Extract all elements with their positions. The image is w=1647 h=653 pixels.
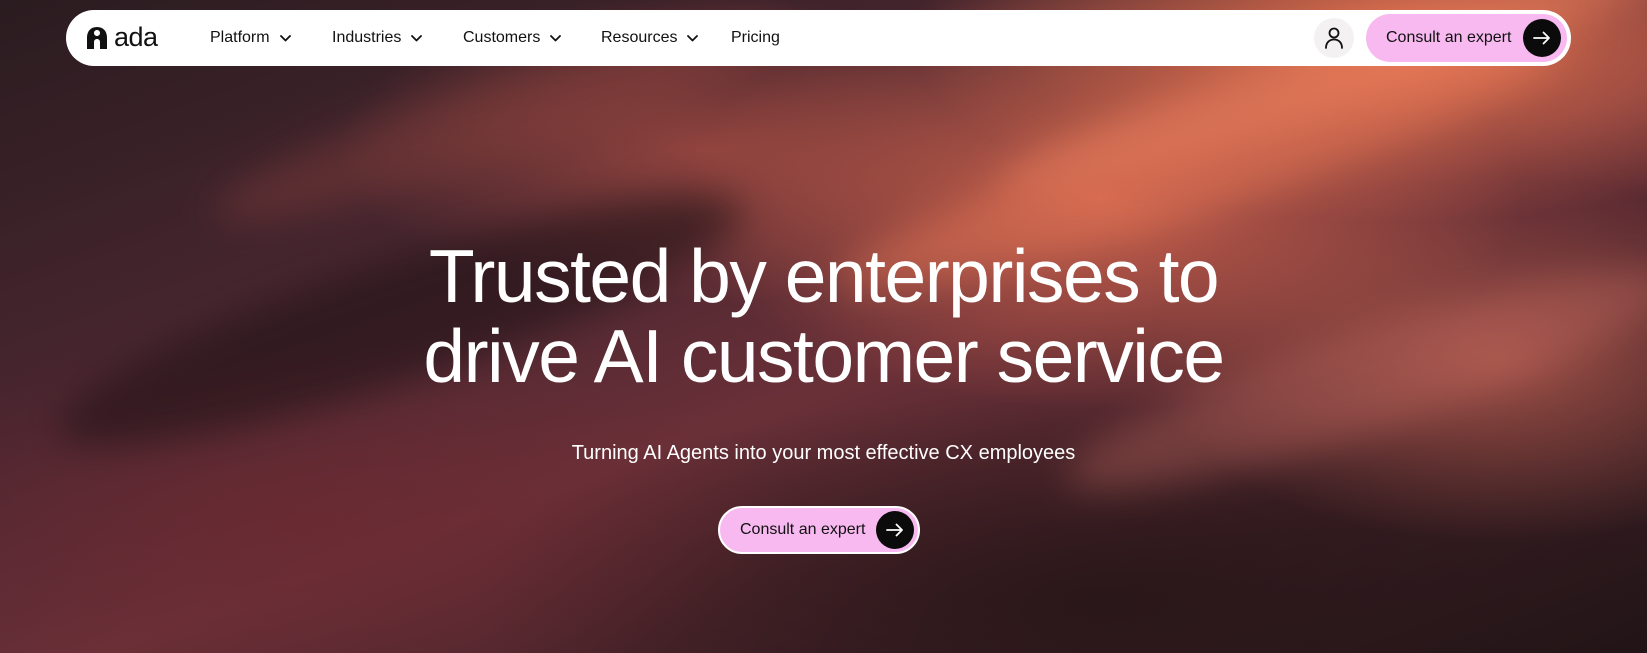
hero-title-line-1: Trusted by enterprises to bbox=[428, 234, 1220, 318]
brand-name: ada bbox=[114, 22, 158, 52]
user-icon bbox=[1325, 27, 1343, 49]
chevron-down-icon bbox=[687, 34, 699, 41]
top-navigation-bar: ada Platform Industries Customers Resour… bbox=[66, 10, 1571, 66]
cta-label: Consult an expert bbox=[1386, 29, 1512, 46]
nav-item-label: Platform bbox=[210, 29, 270, 46]
hero-subtitle: Turning AI Agents into your most effecti… bbox=[571, 442, 1076, 464]
account-button[interactable] bbox=[1314, 18, 1354, 58]
nav-item-label: Pricing bbox=[731, 29, 780, 46]
nav-item-pricing[interactable]: Pricing bbox=[731, 29, 780, 47]
nav-item-label: Customers bbox=[463, 29, 541, 46]
nav-item-customers[interactable]: Customers bbox=[463, 29, 562, 47]
nav-item-industries[interactable]: Industries bbox=[332, 29, 423, 47]
arrow-right-icon bbox=[876, 511, 914, 549]
ada-logo-icon bbox=[86, 26, 108, 50]
nav-item-label: Resources bbox=[601, 29, 678, 46]
chevron-down-icon bbox=[411, 34, 423, 41]
nav-item-label: Industries bbox=[332, 29, 402, 46]
ada-logo-link[interactable]: ada bbox=[86, 24, 158, 51]
arrow-right-icon bbox=[1523, 19, 1561, 57]
nav-item-platform[interactable]: Platform bbox=[210, 29, 291, 47]
cta-label: Consult an expert bbox=[740, 521, 866, 538]
hero-consult-expert-button[interactable]: Consult an expert bbox=[718, 506, 920, 554]
nav-item-resources[interactable]: Resources bbox=[601, 29, 699, 47]
chevron-down-icon bbox=[279, 34, 291, 41]
hero-title: Trusted by enterprises to drive AI custo… bbox=[0, 236, 1647, 396]
nav-consult-expert-button[interactable]: Consult an expert bbox=[1366, 14, 1567, 62]
chevron-down-icon bbox=[550, 34, 562, 41]
hero-title-line-2: drive AI customer service bbox=[423, 314, 1225, 398]
